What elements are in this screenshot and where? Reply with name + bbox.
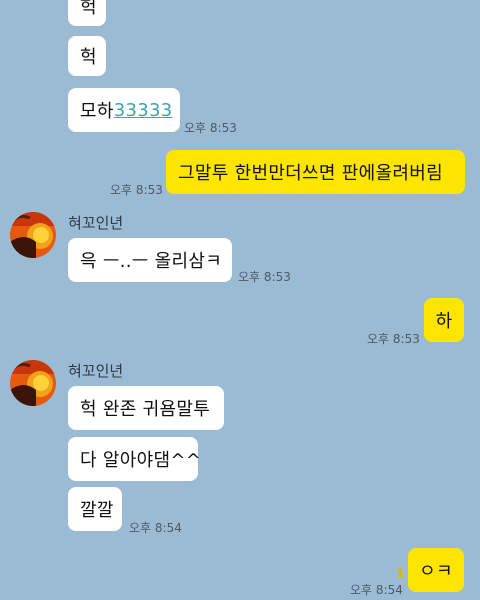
message-text: 헉 <box>80 0 97 18</box>
message-timestamp: 오후 8:53 <box>184 121 237 135</box>
message-bubble-incoming[interactable]: 깔깔 <box>68 487 122 531</box>
profile-avatar[interactable] <box>10 360 56 406</box>
message-text: ㅇㅋ <box>419 561 453 582</box>
message-text: 윽 ㅡ..ㅡ 올리삼ㅋ <box>80 251 223 272</box>
message-link[interactable]: 33333 <box>114 100 173 121</box>
unread-count-badge: 1 <box>396 566 405 580</box>
avatar-image <box>10 212 56 258</box>
message-timestamp: 오후 8:54 <box>129 521 182 535</box>
message-text: 하 <box>435 311 453 332</box>
message-timestamp: 오후 8:54 <box>350 583 403 597</box>
message-text: 모하 <box>80 101 114 122</box>
avatar-image <box>10 360 56 406</box>
sender-name: 혀꼬인년 <box>68 362 124 380</box>
message-bubble-outgoing[interactable]: 그말투 한번만더쓰면 판에올려버림 <box>166 150 465 194</box>
message-bubble-incoming[interactable]: 다 알아야댐^^ <box>68 437 202 481</box>
message-bubble-incoming[interactable]: 헉 <box>68 36 106 76</box>
message-text: 헉 완존 귀욤말투 <box>80 399 211 420</box>
message-timestamp: 오후 8:53 <box>238 270 291 284</box>
message-bubble-incoming[interactable]: 모하 33333 <box>68 88 180 132</box>
message-text: 다 알아야댐^^ <box>80 450 202 471</box>
message-bubble-outgoing[interactable]: ㅇㅋ <box>408 548 464 592</box>
message-bubble-incoming[interactable]: 헉 <box>68 0 106 26</box>
message-timestamp: 오후 8:53 <box>110 183 163 197</box>
sender-name: 혀꼬인년 <box>68 214 124 232</box>
message-bubble-outgoing[interactable]: 하 <box>424 298 464 342</box>
profile-avatar[interactable] <box>10 212 56 258</box>
message-text: 그말투 한번만더쓰면 판에올려버림 <box>178 163 443 184</box>
message-bubble-incoming[interactable]: 헉 완존 귀욤말투 <box>68 386 224 430</box>
chat-room[interactable]: 헉 헉 모하 33333 오후 8:53 그말투 한번만더쓰면 판에올려버림 오후… <box>0 0 480 600</box>
message-text: 깔깔 <box>80 500 114 521</box>
message-timestamp: 오후 8:53 <box>367 332 420 346</box>
message-bubble-incoming[interactable]: 윽 ㅡ..ㅡ 올리삼ㅋ <box>68 238 232 282</box>
message-text: 헉 <box>80 47 97 68</box>
